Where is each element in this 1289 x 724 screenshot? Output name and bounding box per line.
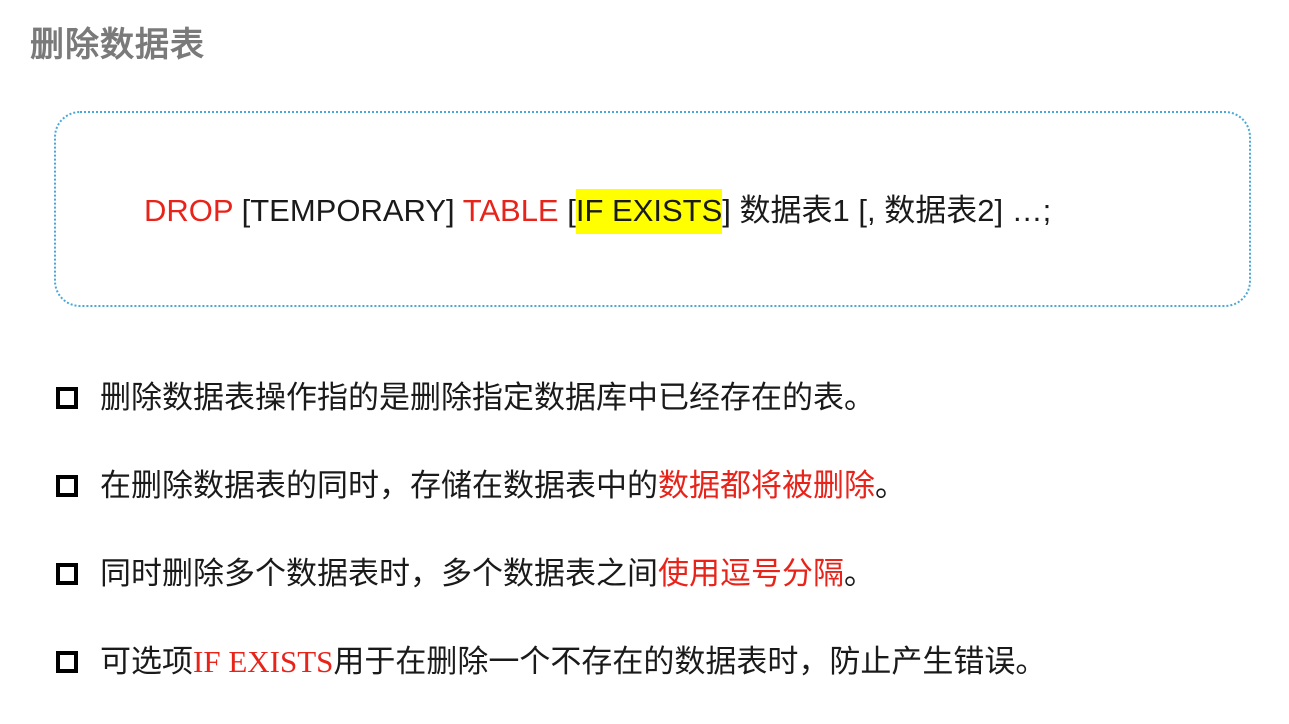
keyword-temporary: [TEMPORARY] — [233, 193, 463, 228]
keyword-table: TABLE — [462, 193, 559, 228]
bullet-item: 同时删除多个数据表时，多个数据表之间使用逗号分隔。 — [56, 548, 1276, 636]
bullet-item: 在删除数据表的同时，存储在数据表中的数据都将被删除。 — [56, 460, 1276, 548]
square-bullet-icon — [56, 387, 78, 409]
bullet-text-highlight: 数据都将被删除 — [658, 468, 875, 504]
bracket-open: [ — [567, 193, 576, 228]
keyword-if-exists: IF EXISTS — [575, 189, 723, 234]
keyword-drop: DROP — [144, 193, 234, 228]
syntax-space — [559, 193, 568, 228]
bullet-text-post: 。 — [875, 468, 906, 504]
bullet-text-highlight: 使用逗号分隔 — [658, 556, 844, 592]
square-bullet-icon — [56, 563, 78, 585]
bullet-text-highlight: IF EXISTS — [193, 644, 334, 679]
bullet-text-post: 用于在删除一个不存在的数据表时，防止产生错误。 — [333, 644, 1047, 680]
square-bullet-icon — [56, 475, 78, 497]
bullet-text-pre: 可选项 — [100, 644, 193, 680]
square-bullet-icon — [56, 651, 78, 673]
bullet-text-pre: 删除数据表操作指的是删除指定数据库中已经存在的表。 — [100, 380, 875, 416]
page-title: 删除数据表 — [30, 25, 205, 65]
bullet-item: 可选项IF EXISTS用于在删除一个不存在的数据表时，防止产生错误。 — [56, 636, 1276, 724]
bullet-text-pre: 同时删除多个数据表时，多个数据表之间 — [100, 556, 658, 592]
bullet-text-post: 。 — [844, 556, 875, 592]
syntax-line: DROP [TEMPORARY] TABLE [IF EXISTS] 数据表1 … — [144, 189, 1052, 234]
bullet-text-pre: 在删除数据表的同时，存储在数据表中的 — [100, 468, 658, 504]
bullet-list: 删除数据表操作指的是删除指定数据库中已经存在的表。 在删除数据表的同时，存储在数… — [56, 372, 1276, 724]
bullet-item: 删除数据表操作指的是删除指定数据库中已经存在的表。 — [56, 372, 1276, 460]
syntax-box: DROP [TEMPORARY] TABLE [IF EXISTS] 数据表1 … — [54, 111, 1251, 307]
syntax-rest: ] 数据表1 [, 数据表2] …; — [722, 193, 1052, 228]
